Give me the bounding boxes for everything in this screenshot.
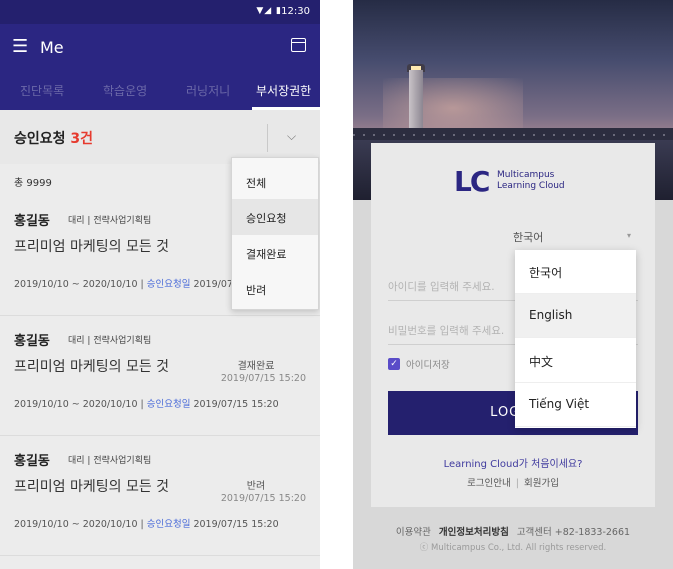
caret-down-icon[interactable]: ▾: [627, 231, 631, 240]
login-guide-link[interactable]: 로그인안내: [467, 478, 511, 489]
signup-link[interactable]: 회원가입: [524, 478, 559, 489]
first-visit-link[interactable]: Learning Cloud가 처음이세요?: [371, 455, 655, 470]
status-badge: 결재완료: [237, 361, 275, 372]
list-item[interactable]: 홍길동 대리 | 전략사업기획팀 프리미엄 마케팅의 모든 것 결재완료 201…: [0, 316, 320, 436]
pier-railing: [353, 134, 673, 136]
privacy-link[interactable]: 개인정보처리방침: [439, 527, 509, 538]
signal-battery-icon: ▼◢ ▮: [256, 6, 282, 16]
request-count: 3건: [70, 131, 94, 147]
tab-manager-rights[interactable]: 부서장권한: [256, 82, 311, 99]
filter-header: 승인요청 3건 ⌵: [0, 110, 320, 164]
tab-diagnosis[interactable]: 진단목록: [20, 82, 64, 99]
language-option-korean[interactable]: 한국어: [515, 250, 636, 294]
employee-meta: 대리 | 전략사업기획팀: [68, 336, 152, 346]
course-title: 프리미엄 마케팅의 모든 것: [14, 359, 170, 375]
footer: 이용약관 개인정보처리방침 고객센터 +82-1833-2661: [353, 524, 673, 538]
employee-name: 홍길동: [14, 214, 50, 229]
employee-meta: 대리 | 전략사업기획팀: [68, 216, 152, 226]
employee-name: 홍길동: [14, 334, 50, 349]
status-badge: 반려: [246, 481, 266, 492]
calendar-icon[interactable]: [291, 38, 306, 52]
chevron-down-icon[interactable]: ⌵: [287, 129, 296, 144]
employee-name: 홍길동: [14, 454, 50, 469]
status-date: 2019/07/15 15:20: [220, 493, 306, 504]
logo-text: Multicampus Learning Cloud: [497, 170, 565, 191]
status-filter-dropdown: 전체 승인요청 결재완료 반려: [231, 157, 319, 310]
employee-meta: 대리 | 전략사업기획팀: [68, 456, 152, 466]
logo-mark: LC: [454, 165, 490, 198]
menu-icon[interactable]: ☰: [12, 37, 28, 57]
language-dropdown: 한국어 English 中文 Tiếng Việt: [515, 250, 636, 428]
status-date: 2019/07/15 15:20: [220, 373, 306, 384]
support-info: 고객센터 +82-1833-2661: [516, 527, 631, 538]
language-option-vietnamese[interactable]: Tiếng Việt: [515, 383, 636, 427]
total-count: 총 9999: [14, 178, 52, 189]
clock: 12:30: [281, 6, 310, 17]
dropdown-option-approved[interactable]: 결재완료: [232, 235, 318, 271]
tab-learning-ops[interactable]: 학습운영: [103, 82, 147, 99]
approval-list-screen: ▼◢ ▮ 12:30 ☰ Me 진단목록 학습운영 러닝저니 부서장권한 승인요…: [0, 0, 320, 569]
filter-title: 승인요청 3건: [14, 131, 94, 147]
tab-learning-journey[interactable]: 러닝저니: [186, 82, 230, 99]
course-title: 프리미엄 마케팅의 모든 것: [14, 479, 170, 495]
dropdown-option-all[interactable]: 전체: [232, 164, 318, 200]
copyright: ⓒ Multicampus Co., Ltd. All rights reser…: [419, 543, 607, 553]
language-option-english[interactable]: English: [515, 294, 636, 338]
dropdown-option-rejected[interactable]: 반려: [232, 271, 318, 307]
dropdown-option-requested[interactable]: 승인요청: [232, 199, 318, 235]
remember-id-label: 아이디저장: [406, 360, 450, 371]
language-option-chinese[interactable]: 中文: [515, 339, 636, 383]
login-screen: LC Multicampus Learning Cloud 한국어 ▾ 아이디를 …: [353, 0, 673, 569]
course-period: 2019/10/10 ~ 2020/10/10 | 승인요청일 2019/07/…: [14, 399, 279, 410]
remember-id-checkbox[interactable]: ✓: [388, 358, 400, 370]
app-bar-title: Me: [40, 38, 64, 57]
divider: [267, 124, 268, 152]
language-select[interactable]: 한국어: [513, 229, 543, 245]
list-item[interactable]: 홍길동 대리 | 전략사업기획팀 프리미엄 마케팅의 모든 것 반려 2019/…: [0, 436, 320, 556]
app-bar: ☰ Me: [0, 24, 320, 72]
course-title: 프리미엄 마케팅의 모든 것: [14, 239, 170, 255]
course-period: 2019/10/10 ~ 2020/10/10 | 승인요청일 2019/07/…: [14, 519, 279, 530]
terms-link[interactable]: 이용약관: [396, 527, 431, 538]
status-bar: ▼◢ ▮ 12:30: [0, 0, 320, 24]
help-links: 로그인안내 | 회원가입: [467, 478, 559, 489]
tab-bar: 진단목록 학습운영 러닝저니 부서장권한: [0, 72, 320, 110]
